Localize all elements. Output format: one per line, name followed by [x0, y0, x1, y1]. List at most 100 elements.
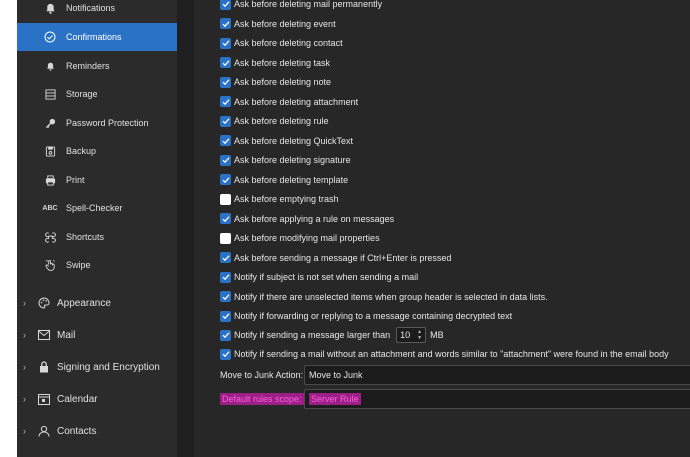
- checkbox[interactable]: [220, 0, 231, 10]
- sidebar-item-label: Spell-Checker: [66, 203, 123, 213]
- confirmations-panel: Ask before deleting mail permanently Ask …: [194, 0, 690, 457]
- checkbox[interactable]: [220, 348, 231, 360]
- option-row[interactable]: Ask before modifying mail properties: [220, 230, 380, 246]
- option-row[interactable]: Ask before deleting rule: [220, 113, 329, 129]
- checkbox[interactable]: [220, 57, 231, 68]
- sidebar-group-label: Appearance: [57, 297, 111, 309]
- size-unit: MB: [430, 330, 444, 340]
- checkbox[interactable]: [220, 154, 231, 166]
- checkbox[interactable]: [220, 252, 231, 263]
- checkbox[interactable]: [220, 18, 231, 29]
- option-label: Ask before deleting note: [234, 77, 332, 87]
- option-row[interactable]: Ask before deleting event: [220, 16, 336, 32]
- size-limit-stepper[interactable]: 10 ▲ ▼: [396, 327, 427, 343]
- option-label: Ask before deleting task: [234, 57, 331, 68]
- option-label: Ask before deleting mail permanently: [234, 0, 383, 9]
- sidebar-item-label: Password Protection: [66, 118, 149, 128]
- option-label: Notify if there are unselected items whe…: [234, 291, 548, 302]
- option-row[interactable]: Notify if subject is not set when sendin…: [220, 269, 418, 285]
- checkbox[interactable]: [220, 115, 231, 127]
- bell-small-icon: [43, 59, 57, 73]
- rules-scope-label: Default rules scope:: [220, 393, 304, 405]
- sidebar-group-label: Mail: [57, 329, 76, 341]
- sidebar-group-signing-encryption[interactable]: › Signing and Encryption: [17, 353, 177, 381]
- sidebar-item-shortcuts[interactable]: Shortcuts: [17, 223, 177, 251]
- option-label: Ask before deleting rule: [234, 116, 329, 126]
- option-label: Ask before emptying trash: [234, 194, 339, 204]
- check-circle-icon: [43, 30, 57, 44]
- option-row[interactable]: Ask before deleting task: [220, 55, 330, 71]
- option-label: Notify if sending a mail without an atta…: [234, 349, 669, 359]
- option-label: Ask before deleting attachment: [234, 96, 359, 107]
- printer-icon: [43, 173, 57, 187]
- sidebar-group-contacts[interactable]: › Contacts: [17, 417, 177, 445]
- checkbox[interactable]: [220, 135, 231, 146]
- pane-divider: [177, 0, 194, 457]
- option-row[interactable]: Ask before deleting attachment: [220, 94, 358, 110]
- checkbox[interactable]: [220, 232, 231, 244]
- option-row[interactable]: Ask before deleting template: [220, 172, 348, 188]
- checkbox[interactable]: [220, 96, 231, 107]
- checkbox[interactable]: [220, 193, 231, 205]
- option-label: Ask before applying a rule on messages: [234, 213, 395, 224]
- sidebar-item-label: Backup: [66, 146, 97, 156]
- sidebar-item-label: Print: [66, 175, 85, 185]
- junk-action-select[interactable]: Move to Junk: [304, 365, 690, 385]
- stepper-arrows[interactable]: ▲ ▼: [415, 329, 424, 341]
- option-attachment-reminder[interactable]: Notify if sending a mail without an atta…: [220, 346, 669, 362]
- option-row[interactable]: Ask before deleting contact: [220, 35, 343, 51]
- option-label: Ask before deleting signature: [234, 155, 351, 165]
- key-icon: [43, 116, 57, 130]
- sidebar-item-backup[interactable]: Backup: [17, 137, 177, 165]
- chevron-right-icon: ›: [23, 426, 26, 436]
- junk-action-label: Move to Junk Action:: [220, 370, 304, 380]
- sidebar-group-mail[interactable]: › Mail: [17, 321, 177, 349]
- sidebar-group-calendar[interactable]: › Calendar: [17, 385, 177, 413]
- sidebar-item-reminders[interactable]: Reminders: [17, 52, 177, 80]
- sidebar-item-spell-checker[interactable]: ABC Spell-Checker: [17, 194, 177, 222]
- mail-icon: [37, 328, 51, 342]
- option-row[interactable]: Ask before deleting QuickText: [220, 133, 353, 149]
- chevron-right-icon: ›: [23, 298, 26, 308]
- sidebar-item-storage[interactable]: Storage: [17, 80, 177, 108]
- sidebar-item-print[interactable]: Print: [17, 166, 177, 194]
- option-row[interactable]: Ask before deleting note: [220, 74, 331, 90]
- rules-scope-select[interactable]: Server Rule: [304, 389, 690, 409]
- chevron-down-icon[interactable]: ▼: [417, 335, 422, 341]
- sidebar-item-confirmations[interactable]: Confirmations: [17, 23, 177, 51]
- sidebar-item-label: Swipe: [66, 260, 91, 270]
- option-row[interactable]: Notify if forwarding or replying to a me…: [220, 308, 512, 324]
- option-row[interactable]: Ask before emptying trash: [220, 191, 339, 207]
- chevron-right-icon: ›: [23, 362, 26, 372]
- option-row[interactable]: Ask before applying a rule on messages: [220, 211, 394, 227]
- checkbox[interactable]: [220, 310, 231, 322]
- option-row[interactable]: Ask before deleting mail permanently: [220, 0, 382, 12]
- checkbox[interactable]: [220, 174, 231, 185]
- chevron-right-icon: ›: [23, 394, 26, 404]
- sidebar-item-label: Shortcuts: [66, 232, 105, 242]
- checkbox[interactable]: [220, 291, 231, 302]
- sidebar-item-swipe[interactable]: Swipe: [17, 251, 177, 279]
- option-row[interactable]: Notify if there are unselected items whe…: [220, 289, 548, 305]
- checkbox[interactable]: [220, 76, 231, 88]
- option-label: Ask before deleting template: [234, 174, 349, 185]
- contacts-icon: [37, 424, 51, 438]
- sidebar-group-appearance[interactable]: › Appearance: [17, 289, 177, 317]
- option-row[interactable]: Ask before sending a message if Ctrl+Ent…: [220, 250, 451, 266]
- checkbox[interactable]: [220, 271, 231, 283]
- settings-window: Notifications Confirmations Reminders St…: [17, 0, 690, 457]
- sidebar-group-label: Signing and Encryption: [57, 361, 160, 373]
- option-label: Ask before modifying mail properties: [234, 233, 380, 243]
- checkbox[interactable]: [220, 329, 231, 341]
- option-label: Ask before deleting event: [234, 18, 336, 29]
- checkbox[interactable]: [220, 213, 231, 224]
- sidebar-item-password-protection[interactable]: Password Protection: [17, 109, 177, 137]
- sidebar-item-notifications[interactable]: Notifications: [17, 0, 177, 22]
- lock-icon: [37, 360, 51, 374]
- option-size-limit[interactable]: Notify if sending a message larger than …: [220, 327, 444, 343]
- size-limit-value: 10: [400, 330, 411, 340]
- backup-icon: [43, 144, 57, 158]
- sidebar-item-label: Storage: [66, 89, 98, 99]
- option-row[interactable]: Ask before deleting signature: [220, 152, 351, 168]
- checkbox[interactable]: [220, 37, 231, 49]
